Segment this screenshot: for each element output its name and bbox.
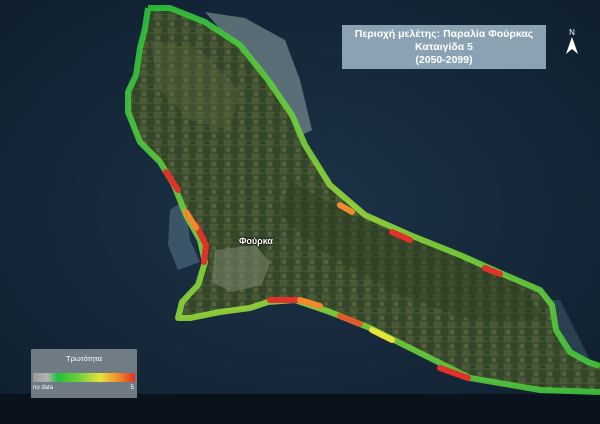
map-title-box: Περιοχή μελέτης: Παραλία Φούρκας Καταιγί… bbox=[342, 25, 546, 69]
legend-title: Τρωτότητα bbox=[66, 354, 102, 363]
legend-min-label: no data bbox=[33, 385, 54, 391]
north-arrow: N bbox=[561, 28, 583, 58]
map-title-line: Περιοχή μελέτης: Παραλία Φούρκας bbox=[354, 27, 534, 40]
place-label-fourka: Φούρκα bbox=[239, 236, 273, 246]
legend-max-label: 5 bbox=[130, 385, 134, 391]
map-view[interactable]: Περιοχή μελέτης: Παραλία Φούρκας Καταιγί… bbox=[0, 0, 600, 424]
map-period-line: (2050-2099) bbox=[415, 53, 473, 66]
map-subtitle-line: Καταιγίδα 5 bbox=[415, 40, 473, 53]
bottom-strip bbox=[0, 394, 600, 424]
north-arrow-label: N bbox=[569, 28, 575, 37]
legend-color-ramp bbox=[33, 373, 135, 382]
legend: Τρωτότητα no data 5 bbox=[31, 349, 137, 398]
